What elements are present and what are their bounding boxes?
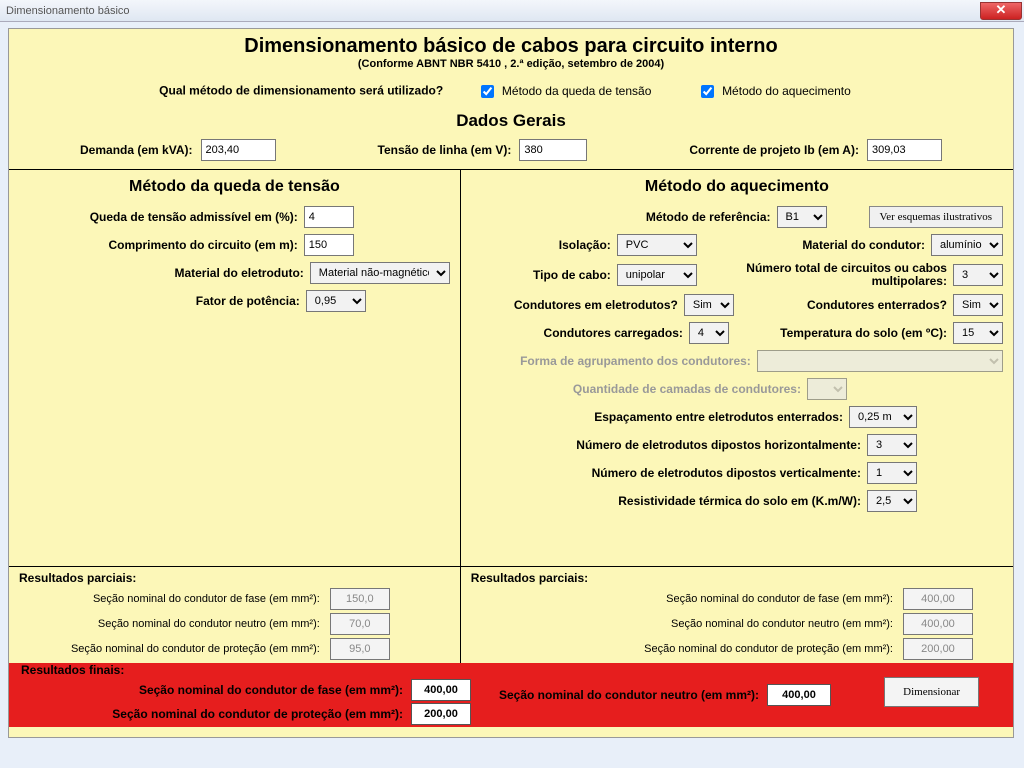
- final-title: Resultados finais:: [21, 663, 471, 677]
- soil-resistivity-label: Resistividade térmica do solo em (K.m/W)…: [471, 494, 861, 508]
- project-current-input[interactable]: [867, 139, 942, 161]
- voltage-drop-column: Método da queda de tensão Queda de tensã…: [9, 170, 461, 566]
- partial-right-neutral-label: Seção nominal do condutor neutro (em mm²…: [471, 618, 903, 630]
- soil-temp-select[interactable]: 15: [953, 322, 1003, 344]
- partial-left-protection-label: Seção nominal do condutor de proteção (e…: [19, 643, 330, 655]
- final-neutral-label: Seção nominal do condutor neutro (em mm²…: [471, 688, 759, 702]
- app-window: Dimensionamento básico ✕ Dimensionamento…: [0, 0, 1024, 768]
- ref-method-label: Método de referência:: [471, 210, 771, 224]
- demand-label: Demanda (em kVA):: [80, 143, 192, 157]
- grouping-label: Forma de agrupamento dos condutores:: [471, 354, 751, 368]
- general-row: Demanda (em kVA): Tensão de linha (em V)…: [9, 135, 1013, 169]
- title-bar: Dimensionamento básico ✕: [0, 0, 1024, 22]
- ref-method-select[interactable]: B1: [777, 206, 827, 228]
- partial-right-protection-label: Seção nominal do condutor de proteção (e…: [471, 643, 903, 655]
- project-current-label: Corrente de projeto Ib (em A):: [689, 143, 859, 157]
- buried-spacing-select[interactable]: 0,25 m: [849, 406, 917, 428]
- partial-left: Resultados parciais: Seção nominal do co…: [9, 567, 461, 663]
- heating-heading: Método do aquecimento: [471, 178, 1003, 196]
- cable-type-label: Tipo de cabo:: [471, 268, 611, 282]
- conductor-material-label: Material do condutor:: [703, 238, 925, 252]
- buried-select[interactable]: Sim: [953, 294, 1003, 316]
- circuit-length-label: Comprimento do circuito (em m):: [19, 238, 298, 252]
- final-phase-value: [411, 679, 471, 701]
- soil-resistivity-select[interactable]: 2,5: [867, 490, 917, 512]
- method-voltage-drop-checkbox[interactable]: [481, 85, 494, 98]
- final-protection-value: [411, 703, 471, 725]
- loaded-conductors-label: Condutores carregados:: [471, 326, 683, 340]
- power-factor-select[interactable]: 0,95: [306, 290, 366, 312]
- main-panel: Dimensionamento básico de cabos para cir…: [8, 28, 1014, 738]
- insulation-label: Isolação:: [471, 238, 611, 252]
- insulation-select[interactable]: PVC: [617, 234, 697, 256]
- circuit-length-input[interactable]: [304, 234, 354, 256]
- method-question: Qual método de dimensionamento será util…: [159, 84, 443, 98]
- method-voltage-drop-label: Método da queda de tensão: [477, 84, 655, 98]
- partial-right-protection-value: [903, 638, 973, 660]
- partial-left-neutral-label: Seção nominal do condutor neutro (em mm²…: [19, 618, 330, 630]
- admissible-label: Queda de tensão admissível em (%):: [19, 210, 298, 224]
- line-voltage-input[interactable]: [519, 139, 587, 161]
- page-title: Dimensionamento básico de cabos para cir…: [9, 35, 1013, 58]
- final-protection-label: Seção nominal do condutor de proteção (e…: [21, 707, 411, 721]
- partial-right-neutral-value: [903, 613, 973, 635]
- final-results-bar: Resultados finais: Seção nominal do cond…: [9, 663, 1013, 727]
- total-circuits-select[interactable]: 3: [953, 264, 1003, 286]
- window-title: Dimensionamento básico: [6, 5, 130, 17]
- close-button[interactable]: ✕: [980, 2, 1022, 20]
- line-voltage-label: Tensão de linha (em V):: [378, 143, 512, 157]
- columns: Método da queda de tensão Queda de tensã…: [9, 170, 1013, 566]
- voltage-drop-heading: Método da queda de tensão: [19, 178, 450, 196]
- admissible-input[interactable]: [304, 206, 354, 228]
- cable-type-select[interactable]: unipolar: [617, 264, 697, 286]
- conductor-material-select[interactable]: alumínio: [931, 234, 1003, 256]
- schemes-button[interactable]: Ver esquemas ilustrativos: [869, 206, 1003, 228]
- method-heating-checkbox[interactable]: [701, 85, 714, 98]
- vert-conduits-label: Número de eletrodutos dipostos verticalm…: [471, 466, 861, 480]
- partial-results-section: Resultados parciais: Seção nominal do co…: [9, 567, 1013, 663]
- conduit-material-select[interactable]: Material não-magnético: [310, 262, 450, 284]
- loaded-conductors-select[interactable]: 4: [689, 322, 729, 344]
- total-circuits-label: Número total de circuitos ou cabos multi…: [703, 262, 947, 288]
- grouping-select: [757, 350, 1003, 372]
- partial-left-phase-label: Seção nominal do condutor de fase (em mm…: [19, 593, 330, 605]
- buried-spacing-label: Espaçamento entre eletrodutos enterrados…: [471, 410, 843, 424]
- general-heading: Dados Gerais: [9, 111, 1013, 131]
- partial-right: Resultados parciais: Seção nominal do co…: [461, 567, 1013, 663]
- partial-right-title: Resultados parciais:: [471, 571, 1003, 585]
- partial-left-neutral-value: [330, 613, 390, 635]
- method-selection-row: Qual método de dimensionamento será util…: [9, 78, 1013, 109]
- power-factor-label: Fator de potência:: [19, 294, 300, 308]
- partial-right-phase-value: [903, 588, 973, 610]
- final-phase-label: Seção nominal do condutor de fase (em mm…: [21, 683, 411, 697]
- in-conduits-select[interactable]: Sim: [684, 294, 734, 316]
- horiz-conduits-label: Número de eletrodutos dipostos horizonta…: [471, 438, 861, 452]
- partial-left-phase-value: [330, 588, 390, 610]
- final-neutral-value: [767, 684, 831, 706]
- demand-input[interactable]: [201, 139, 276, 161]
- partial-right-phase-label: Seção nominal do condutor de fase (em mm…: [471, 593, 903, 605]
- layers-select: [807, 378, 847, 400]
- partial-left-title: Resultados parciais:: [19, 571, 450, 585]
- page-subtitle: (Conforme ABNT NBR 5410 , 2.ª edição, se…: [9, 58, 1013, 70]
- partial-left-protection-value: [330, 638, 390, 660]
- soil-temp-label: Temperatura do solo (em ºC):: [735, 326, 947, 340]
- layers-label: Quantidade de camadas de condutores:: [471, 382, 801, 396]
- vert-conduits-select[interactable]: 1: [867, 462, 917, 484]
- in-conduits-label: Condutores em eletrodutos?: [471, 298, 678, 312]
- heating-column: Método do aquecimento Método de referênc…: [461, 170, 1013, 566]
- horiz-conduits-select[interactable]: 3: [867, 434, 917, 456]
- calculate-button[interactable]: Dimensionar: [884, 677, 979, 707]
- method-heating-label: Método do aquecimento: [697, 84, 851, 98]
- conduit-material-label: Material do eletroduto:: [19, 266, 304, 280]
- buried-label: Condutores enterrados?: [740, 298, 947, 312]
